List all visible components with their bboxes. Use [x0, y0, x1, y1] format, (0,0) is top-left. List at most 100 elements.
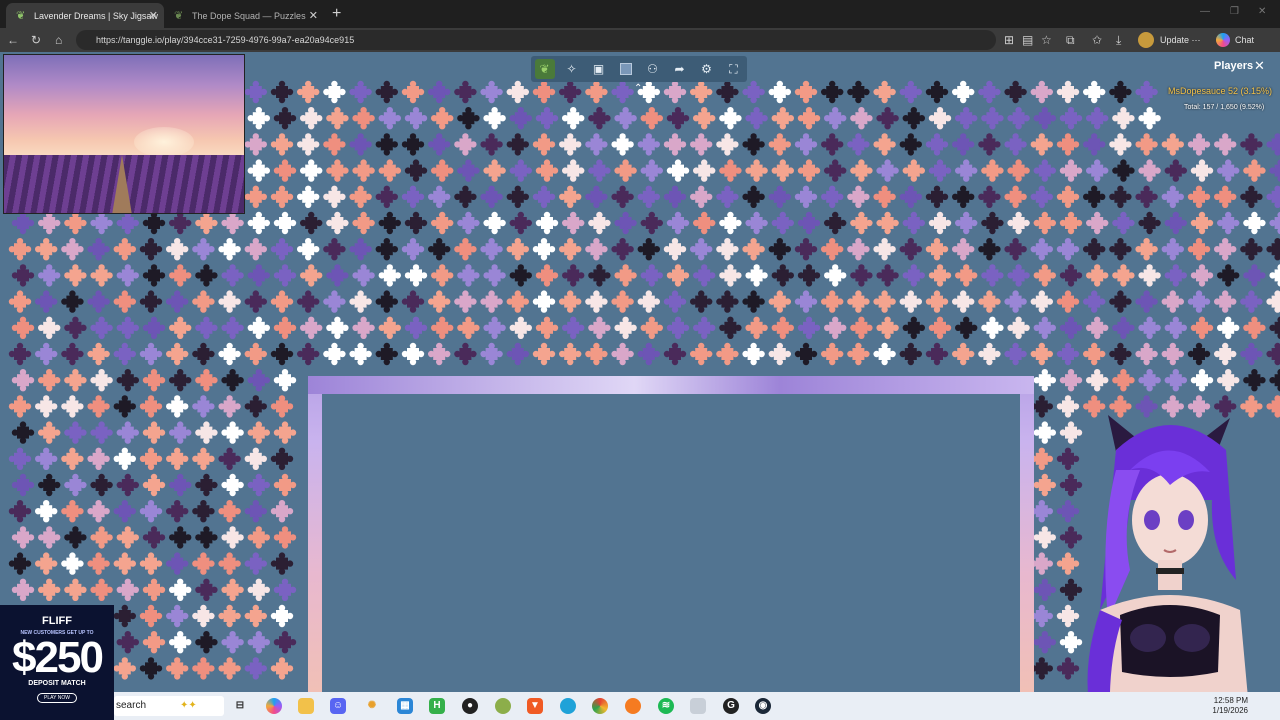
puzzle-piece[interactable]	[768, 238, 791, 261]
puzzle-piece[interactable]	[87, 500, 110, 523]
puzzle-piece[interactable]	[431, 159, 454, 182]
puzzle-piece[interactable]	[1007, 107, 1030, 130]
puzzle-piece[interactable]	[90, 211, 113, 235]
puzzle-piece[interactable]	[1135, 133, 1158, 156]
puzzle-piece[interactable]	[1187, 133, 1211, 156]
puzzle-piece[interactable]	[116, 473, 139, 497]
puzzle-piece[interactable]	[535, 264, 559, 287]
puzzle-piece[interactable]	[87, 447, 110, 470]
puzzle-piece[interactable]	[35, 290, 58, 313]
puzzle-piece[interactable]	[1217, 316, 1240, 339]
puzzle-piece[interactable]	[61, 395, 84, 418]
puzzle-piece[interactable]	[142, 264, 166, 287]
file-explorer-icon[interactable]	[298, 698, 314, 714]
puzzle-piece[interactable]	[428, 185, 451, 208]
puzzle-piece[interactable]	[771, 316, 794, 339]
puzzle-piece[interactable]	[1243, 316, 1266, 339]
puzzle-piece[interactable]	[326, 211, 349, 235]
puzzle-piece[interactable]	[273, 369, 297, 392]
puzzle-piece[interactable]	[270, 604, 294, 628]
puzzle-piece[interactable]	[247, 473, 270, 497]
puzzle-piece[interactable]	[11, 316, 35, 339]
puzzle-piece[interactable]	[192, 657, 215, 680]
puzzle-piece[interactable]	[690, 133, 713, 156]
puzzle-piece[interactable]	[480, 290, 503, 313]
puzzle-piece[interactable]	[192, 500, 215, 523]
puzzle-piece[interactable]	[116, 526, 139, 549]
puzzle-piece[interactable]	[716, 290, 739, 313]
puzzle-piece[interactable]	[1135, 80, 1158, 104]
puzzle-piece[interactable]	[113, 395, 136, 418]
puzzle-piece[interactable]	[323, 185, 346, 208]
puzzle-piece[interactable]	[401, 238, 425, 261]
puzzle-piece[interactable]	[1243, 211, 1266, 235]
puzzle-piece[interactable]	[899, 133, 922, 156]
puzzle-piece[interactable]	[221, 421, 244, 444]
puzzle-piece[interactable]	[745, 107, 768, 130]
puzzle-piece[interactable]	[87, 342, 110, 366]
puzzle-piece[interactable]	[1086, 211, 1109, 235]
app-icon[interactable]	[690, 698, 706, 714]
puzzle-piece[interactable]	[139, 500, 163, 523]
puzzle-piece[interactable]	[928, 264, 952, 287]
puzzle-piece[interactable]	[794, 133, 818, 156]
puzzle-piece[interactable]	[244, 604, 267, 628]
puzzle-piece[interactable]	[640, 316, 663, 339]
puzzle-piece[interactable]	[195, 369, 218, 392]
puzzle-piece[interactable]	[401, 133, 425, 156]
puzzle-piece[interactable]	[166, 657, 189, 680]
puzzle-piece[interactable]	[1086, 264, 1109, 287]
puzzle-piece[interactable]	[719, 264, 742, 287]
puzzle-piece[interactable]	[1135, 342, 1158, 366]
puzzle-piece[interactable]	[11, 578, 35, 601]
puzzle-piece[interactable]	[690, 238, 713, 261]
puzzle-piece[interactable]	[509, 107, 532, 130]
puzzle-piece[interactable]	[1030, 290, 1054, 313]
puzzle-piece[interactable]	[952, 185, 975, 208]
puzzle-piece[interactable]	[742, 185, 765, 208]
puzzle-piece[interactable]	[535, 316, 559, 339]
address-bar[interactable]: https://tanggle.io/play/394cce31-7259-49…	[76, 30, 996, 50]
puzzle-piece[interactable]	[428, 80, 451, 104]
puzzle-piece[interactable]	[1086, 159, 1109, 182]
puzzle-piece[interactable]	[562, 211, 585, 235]
puzzle-piece[interactable]	[611, 342, 634, 366]
puzzle-piece[interactable]	[192, 238, 215, 261]
puzzle-piece[interactable]	[588, 159, 611, 182]
puzzle-piece[interactable]	[61, 552, 84, 575]
puzzle-piece[interactable]	[614, 107, 637, 130]
back-icon[interactable]: ←	[7, 32, 19, 48]
puzzle-piece[interactable]	[663, 185, 687, 208]
puzzle-piece[interactable]	[11, 473, 35, 497]
close-tab-icon[interactable]: ✕	[309, 9, 318, 22]
puzzle-piece[interactable]	[454, 238, 477, 261]
puzzle-piece[interactable]	[1030, 80, 1054, 104]
puzzle-piece[interactable]	[244, 395, 267, 418]
puzzle-piece[interactable]	[794, 185, 818, 208]
puzzle-piece[interactable]	[35, 342, 58, 366]
puzzle-piece[interactable]	[247, 316, 270, 339]
puzzle-piece[interactable]	[273, 578, 297, 601]
puzzle-piece[interactable]	[1083, 290, 1106, 313]
puzzle-piece[interactable]	[690, 80, 713, 104]
tab-dope-squad[interactable]: ❦ The Dope Squad — Puzzles ✕	[164, 3, 324, 28]
tab-lavender-dreams[interactable]: ❦ Lavender Dreams | Sky Jigsaw ✕	[6, 3, 164, 28]
task-view-icon[interactable]: ⊟	[232, 698, 248, 714]
puzzle-piece[interactable]	[955, 264, 978, 287]
puzzle-piece[interactable]	[1086, 107, 1109, 130]
puzzle-piece[interactable]	[64, 316, 87, 339]
puzzle-piece[interactable]	[847, 185, 870, 208]
puzzle-piece[interactable]	[902, 211, 925, 235]
puzzle-piece[interactable]	[64, 526, 87, 549]
puzzle-piece[interactable]	[847, 80, 870, 104]
puzzle-piece[interactable]	[1059, 107, 1083, 130]
puzzle-piece[interactable]	[742, 133, 765, 156]
puzzle-piece[interactable]	[352, 316, 375, 339]
puzzle-piece[interactable]	[1187, 342, 1211, 366]
puzzle-piece[interactable]	[113, 290, 136, 313]
puzzle-piece[interactable]	[244, 80, 267, 104]
puzzle-piece[interactable]	[349, 290, 372, 313]
puzzle-piece[interactable]	[1161, 290, 1185, 313]
puzzle-piece[interactable]	[483, 211, 506, 235]
puzzle-icon[interactable]: ✧	[562, 59, 582, 79]
